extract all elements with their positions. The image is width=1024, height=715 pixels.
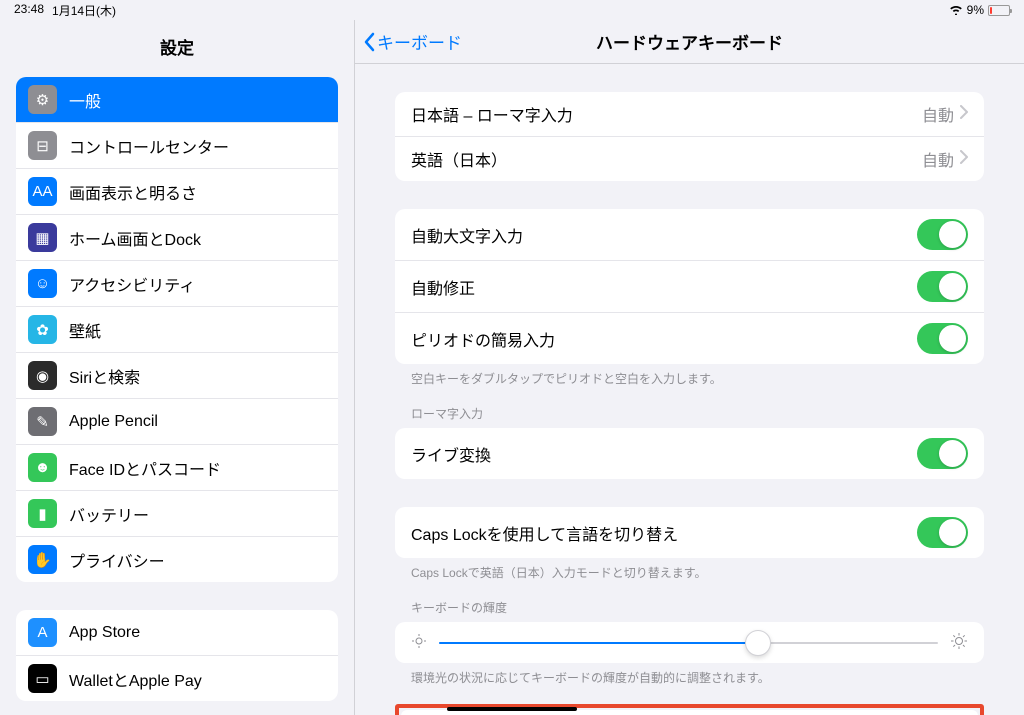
toggle-switch[interactable] — [917, 323, 968, 354]
auto-settings-footer: 空白キーをダブルタップでピリオドと空白を入力します。 — [395, 364, 984, 387]
sidebar-item-label: 画面表示と明るさ — [69, 180, 326, 204]
accessibility-icon: ☺ — [28, 269, 57, 298]
keyboard-layout-row[interactable]: 英語（日本）自動 — [395, 136, 984, 181]
general-icon: ⚙ — [28, 85, 57, 114]
toggle-row[interactable]: ピリオドの簡易入力 — [395, 312, 984, 364]
wallet-icon: ▭ — [28, 664, 57, 693]
romaji-header: ローマ字入力 — [395, 387, 984, 428]
sidebar: 設定 ⚙ 一般 ⊟ コントロールセンター AA 画面表示と明るさ ▦ ホーム画面とDock ☺ ア… — [0, 20, 355, 715]
nav-back-label: キーボード — [377, 29, 462, 54]
status-date: 1月14日(木) — [52, 2, 116, 19]
nav-back-button[interactable]: キーボード — [363, 20, 462, 63]
sidebar-item-label: 一般 — [69, 88, 326, 112]
nav-bar: キーボード ハードウェアキーボード — [355, 20, 1024, 64]
status-time: 23:48 — [14, 2, 44, 19]
sidebar-item-wallpaper[interactable]: ✿ 壁紙 — [16, 306, 338, 352]
layout-label: 英語（日本） — [411, 147, 922, 171]
brightness-high-icon — [950, 632, 968, 653]
home-indicator — [447, 707, 577, 711]
apple-pencil-icon: ✎ — [28, 407, 57, 436]
wifi-icon — [949, 3, 963, 18]
sidebar-item-label: プライバシー — [69, 548, 326, 572]
layout-value: 自動 — [922, 147, 954, 171]
battery-icon: ▮ — [28, 499, 57, 528]
sidebar-item-label: Siriと検索 — [69, 364, 326, 388]
chevron-right-icon — [960, 105, 968, 124]
toggle-label: 自動大文字入力 — [411, 223, 917, 247]
sidebar-item-control-center[interactable]: ⊟ コントロールセンター — [16, 122, 338, 168]
control-center-icon: ⊟ — [28, 131, 57, 160]
live-conversion-row[interactable]: ライブ変換 — [395, 428, 984, 479]
sidebar-item-display[interactable]: AA 画面表示と明るさ — [16, 168, 338, 214]
sidebar-item-appstore[interactable]: A App Store — [16, 610, 338, 655]
toggle-row[interactable]: 自動大文字入力 — [395, 209, 984, 260]
brightness-header: キーボードの輝度 — [395, 581, 984, 622]
sidebar-item-label: バッテリー — [69, 502, 326, 526]
sidebar-item-label: アクセシビリティ — [69, 272, 326, 296]
brightness-slider-row — [395, 622, 984, 663]
sidebar-item-home-dock[interactable]: ▦ ホーム画面とDock — [16, 214, 338, 260]
privacy-icon: ✋ — [28, 545, 57, 574]
caps-lock-label: Caps Lockを使用して言語を切り替え — [411, 521, 917, 545]
caps-lock-row[interactable]: Caps Lockを使用して言語を切り替え — [395, 507, 984, 558]
sidebar-item-label: App Store — [69, 624, 326, 642]
caps-lock-group: Caps Lockを使用して言語を切り替え — [395, 507, 984, 558]
siri-icon: ◉ — [28, 361, 57, 390]
home-dock-icon: ▦ — [28, 223, 57, 252]
status-bar: 23:48 1月14日(木) 9% — [0, 0, 1024, 20]
sidebar-item-wallet[interactable]: ▭ WalletとApple Pay — [16, 655, 338, 701]
brightness-footer: 環境光の状況に応じてキーボードの輝度が自動的に調整されます。 — [395, 663, 984, 686]
wallpaper-icon: ✿ — [28, 315, 57, 344]
sidebar-item-label: 壁紙 — [69, 318, 326, 342]
sidebar-item-label: WalletとApple Pay — [69, 667, 326, 691]
brightness-low-icon — [411, 633, 427, 652]
sidebar-item-siri[interactable]: ◉ Siriと検索 — [16, 352, 338, 398]
sidebar-item-battery[interactable]: ▮ バッテリー — [16, 490, 338, 536]
sidebar-item-accessibility[interactable]: ☺ アクセシビリティ — [16, 260, 338, 306]
layout-value: 自動 — [922, 102, 954, 126]
layout-label: 日本語 – ローマ字入力 — [411, 102, 922, 126]
caps-lock-switch[interactable] — [917, 517, 968, 548]
keyboard-layouts-group: 日本語 – ローマ字入力自動英語（日本）自動 — [395, 92, 984, 181]
sidebar-item-general[interactable]: ⚙ 一般 — [16, 77, 338, 122]
sidebar-item-apple-pencil[interactable]: ✎ Apple Pencil — [16, 398, 338, 444]
battery-pct: 9% — [967, 3, 984, 17]
toggle-switch[interactable] — [917, 271, 968, 302]
toggle-row[interactable]: 自動修正 — [395, 260, 984, 312]
toggle-switch[interactable] — [917, 219, 968, 250]
sidebar-item-label: コントロールセンター — [69, 134, 326, 158]
auto-settings-group: 自動大文字入力自動修正ピリオドの簡易入力 — [395, 209, 984, 364]
detail-pane: キーボード ハードウェアキーボード 日本語 – ローマ字入力自動英語（日本）自動… — [355, 20, 1024, 715]
sidebar-item-label: Face IDとパスコード — [69, 456, 326, 480]
sidebar-title: 設定 — [0, 20, 354, 77]
nav-title: ハードウェアキーボード — [596, 29, 783, 54]
chevron-right-icon — [960, 150, 968, 169]
battery-icon — [988, 5, 1010, 16]
caps-lock-footer: Caps Lockで英語（日本）入力モードと切り替えます。 — [395, 558, 984, 581]
live-conversion-label: ライブ変換 — [411, 442, 917, 466]
sidebar-item-label: ホーム画面とDock — [69, 226, 326, 250]
sidebar-item-faceid[interactable]: ☻ Face IDとパスコード — [16, 444, 338, 490]
keyboard-layout-row[interactable]: 日本語 – ローマ字入力自動 — [395, 92, 984, 136]
live-conversion-switch[interactable] — [917, 438, 968, 469]
display-icon: AA — [28, 177, 57, 206]
appstore-icon: A — [28, 618, 57, 647]
brightness-slider[interactable] — [439, 642, 938, 644]
toggle-label: 自動修正 — [411, 275, 917, 299]
toggle-label: ピリオドの簡易入力 — [411, 327, 917, 351]
live-conversion-group: ライブ変換 — [395, 428, 984, 479]
faceid-icon: ☻ — [28, 453, 57, 482]
sidebar-item-label: Apple Pencil — [69, 413, 326, 431]
sidebar-item-privacy[interactable]: ✋ プライバシー — [16, 536, 338, 582]
